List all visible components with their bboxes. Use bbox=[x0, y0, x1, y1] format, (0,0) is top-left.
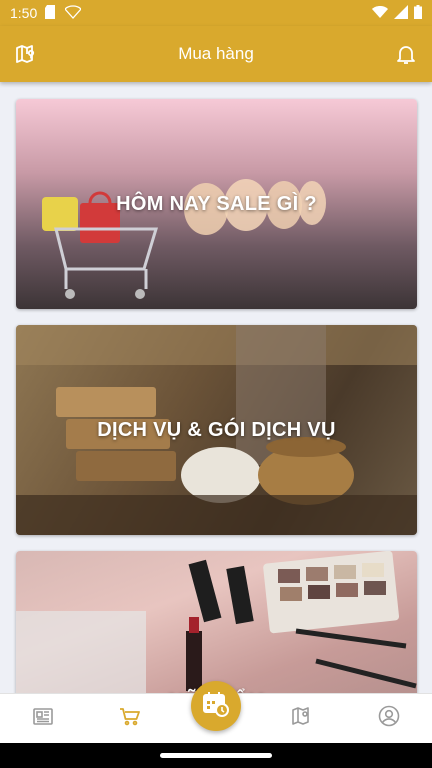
wifi-icon bbox=[372, 5, 388, 22]
wifi-off-icon bbox=[64, 4, 83, 22]
category-card-sale[interactable]: HÔM NAY SALE GÌ ? bbox=[16, 99, 417, 309]
battery-icon bbox=[414, 4, 422, 22]
app-bar: Mua hàng bbox=[0, 26, 432, 82]
nav-account[interactable] bbox=[346, 694, 432, 743]
status-bar: 1:50 bbox=[0, 0, 432, 26]
category-list: HÔM NAY SALE GÌ ? DỊCH VỤ & GÓI DỊCH VỤ bbox=[0, 82, 432, 693]
category-card-cosmetics[interactable]: MỸ PHẨM bbox=[16, 551, 417, 693]
account-icon bbox=[377, 704, 401, 733]
category-label: DỊCH VỤ & GÓI DỊCH VỤ bbox=[97, 418, 336, 441]
nav-map[interactable] bbox=[259, 694, 345, 743]
nav-news[interactable] bbox=[0, 694, 86, 743]
sd-card-icon bbox=[45, 4, 57, 22]
bell-icon[interactable] bbox=[394, 42, 418, 66]
status-time: 1:50 bbox=[10, 5, 38, 21]
calendar-clock-icon bbox=[201, 689, 231, 724]
system-nav-bar bbox=[0, 743, 432, 768]
signal-icon bbox=[394, 4, 408, 22]
news-icon bbox=[31, 704, 55, 733]
nav-cart[interactable] bbox=[86, 694, 172, 743]
map-pin-icon bbox=[290, 704, 314, 733]
category-label: HÔM NAY SALE GÌ ? bbox=[116, 192, 317, 215]
cart-icon bbox=[118, 704, 142, 733]
page-title: Mua hàng bbox=[178, 44, 254, 63]
map-icon[interactable] bbox=[14, 42, 38, 66]
home-indicator[interactable] bbox=[160, 753, 272, 758]
booking-button[interactable] bbox=[191, 681, 241, 731]
category-card-services[interactable]: DỊCH VỤ & GÓI DỊCH VỤ bbox=[16, 325, 417, 535]
